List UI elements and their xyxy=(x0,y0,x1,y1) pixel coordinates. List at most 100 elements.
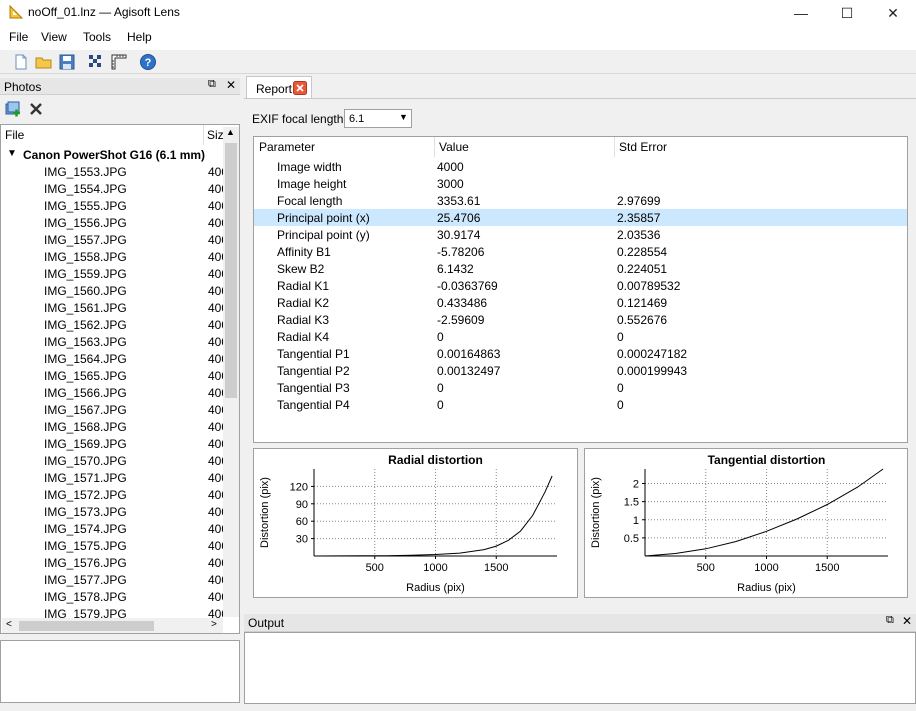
new-file-icon[interactable] xyxy=(12,53,30,71)
close-pane-icon[interactable]: ✕ xyxy=(226,78,236,92)
table-row[interactable]: Radial K3 -2.59609 0.552676 xyxy=(254,311,907,328)
horizontal-scrollbar[interactable]: < > xyxy=(2,618,223,633)
file-name: IMG_1557.JPG xyxy=(44,233,127,247)
table-row[interactable]: Affinity B1 -5.78206 0.228554 xyxy=(254,243,907,260)
table-row[interactable]: Radial K2 0.433486 0.121469 xyxy=(254,294,907,311)
file-row[interactable]: IMG_1557.JPG 400 xyxy=(1,232,223,249)
file-row[interactable]: IMG_1559.JPG 400 xyxy=(1,266,223,283)
file-row[interactable]: IMG_1555.JPG 400 xyxy=(1,198,223,215)
file-size: 400 xyxy=(208,403,223,417)
remove-photos-icon[interactable] xyxy=(29,102,43,116)
file-row[interactable]: IMG_1573.JPG 400 xyxy=(1,504,223,521)
file-row[interactable]: IMG_1558.JPG 400 xyxy=(1,249,223,266)
y-axis-label: Distortion (pix) xyxy=(590,477,602,548)
column-header-size[interactable]: Siz xyxy=(207,128,224,142)
file-row[interactable]: IMG_1574.JPG 400 xyxy=(1,521,223,538)
column-header-value[interactable]: Value xyxy=(439,140,469,154)
table-row[interactable]: Focal length 3353.61 2.97699 xyxy=(254,192,907,209)
file-row[interactable]: IMG_1568.JPG 400 xyxy=(1,419,223,436)
maximize-button[interactable]: ☐ xyxy=(824,0,870,26)
open-folder-icon[interactable] xyxy=(35,53,53,71)
column-header-std-error[interactable]: Std Error xyxy=(619,140,667,154)
file-row[interactable]: IMG_1577.JPG 400 xyxy=(1,572,223,589)
tab-report[interactable]: Report xyxy=(246,76,312,98)
vertical-scrollbar[interactable]: ▲ xyxy=(223,127,239,617)
param-value: 6.1432 xyxy=(437,262,474,276)
file-row[interactable]: IMG_1565.JPG 400 xyxy=(1,368,223,385)
table-row[interactable]: Radial K4 0 0 xyxy=(254,328,907,345)
scroll-left-icon[interactable]: < xyxy=(6,619,12,630)
file-name: IMG_1568.JPG xyxy=(44,420,127,434)
file-size: 400 xyxy=(208,488,223,502)
file-row[interactable]: IMG_1563.JPG 400 xyxy=(1,334,223,351)
param-value: 0 xyxy=(437,381,444,395)
file-row[interactable]: IMG_1576.JPG 400 xyxy=(1,555,223,572)
file-size: 400 xyxy=(208,199,223,213)
undock-icon[interactable]: ⧉ xyxy=(886,614,894,627)
table-row[interactable]: Image width 4000 xyxy=(254,158,907,175)
calibration-pattern-icon[interactable] xyxy=(87,53,105,71)
output-pane-header: Output ⧉ ✕ xyxy=(244,614,916,632)
file-row[interactable]: IMG_1556.JPG 400 xyxy=(1,215,223,232)
file-row[interactable]: IMG_1578.JPG 400 xyxy=(1,589,223,606)
column-header-parameter[interactable]: Parameter xyxy=(259,140,315,154)
ruler-icon[interactable] xyxy=(110,53,128,71)
file-row[interactable]: IMG_1554.JPG 400 xyxy=(1,181,223,198)
table-row[interactable]: Radial K1 -0.0363769 0.00789532 xyxy=(254,277,907,294)
minimize-button[interactable]: — xyxy=(778,0,824,26)
close-pane-icon[interactable]: ✕ xyxy=(902,614,912,628)
table-row[interactable]: Tangential P4 0 0 xyxy=(254,396,907,413)
file-row[interactable]: IMG_1570.JPG 400 xyxy=(1,453,223,470)
file-size: 400 xyxy=(208,369,223,383)
file-row[interactable]: IMG_1569.JPG 400 xyxy=(1,436,223,453)
param-std-error: 0 xyxy=(617,381,624,395)
output-log xyxy=(244,632,916,704)
column-header-file[interactable]: File xyxy=(5,128,24,142)
scrollbar-thumb[interactable] xyxy=(225,143,237,398)
param-name: Tangential P4 xyxy=(277,398,350,412)
undock-icon[interactable]: ⧉ xyxy=(208,78,216,91)
h-scrollbar-thumb[interactable] xyxy=(19,621,154,631)
file-row[interactable]: IMG_1564.JPG 400 xyxy=(1,351,223,368)
table-row[interactable]: Tangential P3 0 0 xyxy=(254,379,907,396)
exif-focal-length-value: 6.1 xyxy=(349,113,365,125)
y-tick-label: 120 xyxy=(290,481,308,493)
file-row[interactable]: IMG_1575.JPG 400 xyxy=(1,538,223,555)
file-row[interactable]: IMG_1553.JPG 400 xyxy=(1,164,223,181)
scroll-up-icon[interactable]: ▲ xyxy=(226,127,235,137)
file-row[interactable]: IMG_1572.JPG 400 xyxy=(1,487,223,504)
file-row[interactable]: IMG_1567.JPG 400 xyxy=(1,402,223,419)
scroll-right-icon[interactable]: > xyxy=(211,619,217,630)
menu-tools[interactable]: Tools xyxy=(83,30,111,44)
file-row[interactable]: IMG_1562.JPG 400 xyxy=(1,317,223,334)
param-value: 0.00132497 xyxy=(437,364,501,378)
menu-view[interactable]: View xyxy=(41,30,67,44)
table-row[interactable]: Principal point (y) 30.9174 2.03536 xyxy=(254,226,907,243)
tree-group-row[interactable]: ▼ Canon PowerShot G16 (6.1 mm) xyxy=(1,147,223,164)
exif-focal-length-select[interactable]: 6.1 ▼ xyxy=(344,109,412,128)
table-row[interactable]: Tangential P1 0.00164863 0.000247182 xyxy=(254,345,907,362)
menu-file[interactable]: File xyxy=(9,30,28,44)
menu-help[interactable]: Help xyxy=(127,30,152,44)
photo-preview-area xyxy=(0,640,240,703)
file-row[interactable]: IMG_1561.JPG 400 xyxy=(1,300,223,317)
file-row[interactable]: IMG_1560.JPG 400 xyxy=(1,283,223,300)
table-row[interactable]: Image height 3000 xyxy=(254,175,907,192)
save-icon[interactable] xyxy=(58,53,76,71)
help-icon[interactable]: ? xyxy=(139,53,157,71)
table-row[interactable]: Principal point (x) 25.4706 2.35857 xyxy=(254,209,907,226)
file-row[interactable]: IMG_1566.JPG 400 xyxy=(1,385,223,402)
file-row[interactable]: IMG_1571.JPG 400 xyxy=(1,470,223,487)
close-window-button[interactable]: ✕ xyxy=(870,0,916,26)
file-size: 400 xyxy=(208,386,223,400)
file-name: IMG_1574.JPG xyxy=(44,522,127,536)
param-std-error: 0.228554 xyxy=(617,245,668,259)
add-photos-icon[interactable] xyxy=(5,101,21,117)
chevron-down-icon[interactable]: ▼ xyxy=(7,148,17,159)
table-row[interactable]: Skew B2 6.1432 0.224051 xyxy=(254,260,907,277)
close-tab-icon[interactable] xyxy=(293,81,307,95)
camera-group-label: Canon PowerShot G16 (6.1 mm) xyxy=(23,148,206,162)
radial-distortion-plot: Radial distortion 500 1000 1500 30 60 90 120 Rad… xyxy=(259,453,557,594)
param-std-error: 0.000199943 xyxy=(617,364,688,378)
table-row[interactable]: Tangential P2 0.00132497 0.000199943 xyxy=(254,362,907,379)
